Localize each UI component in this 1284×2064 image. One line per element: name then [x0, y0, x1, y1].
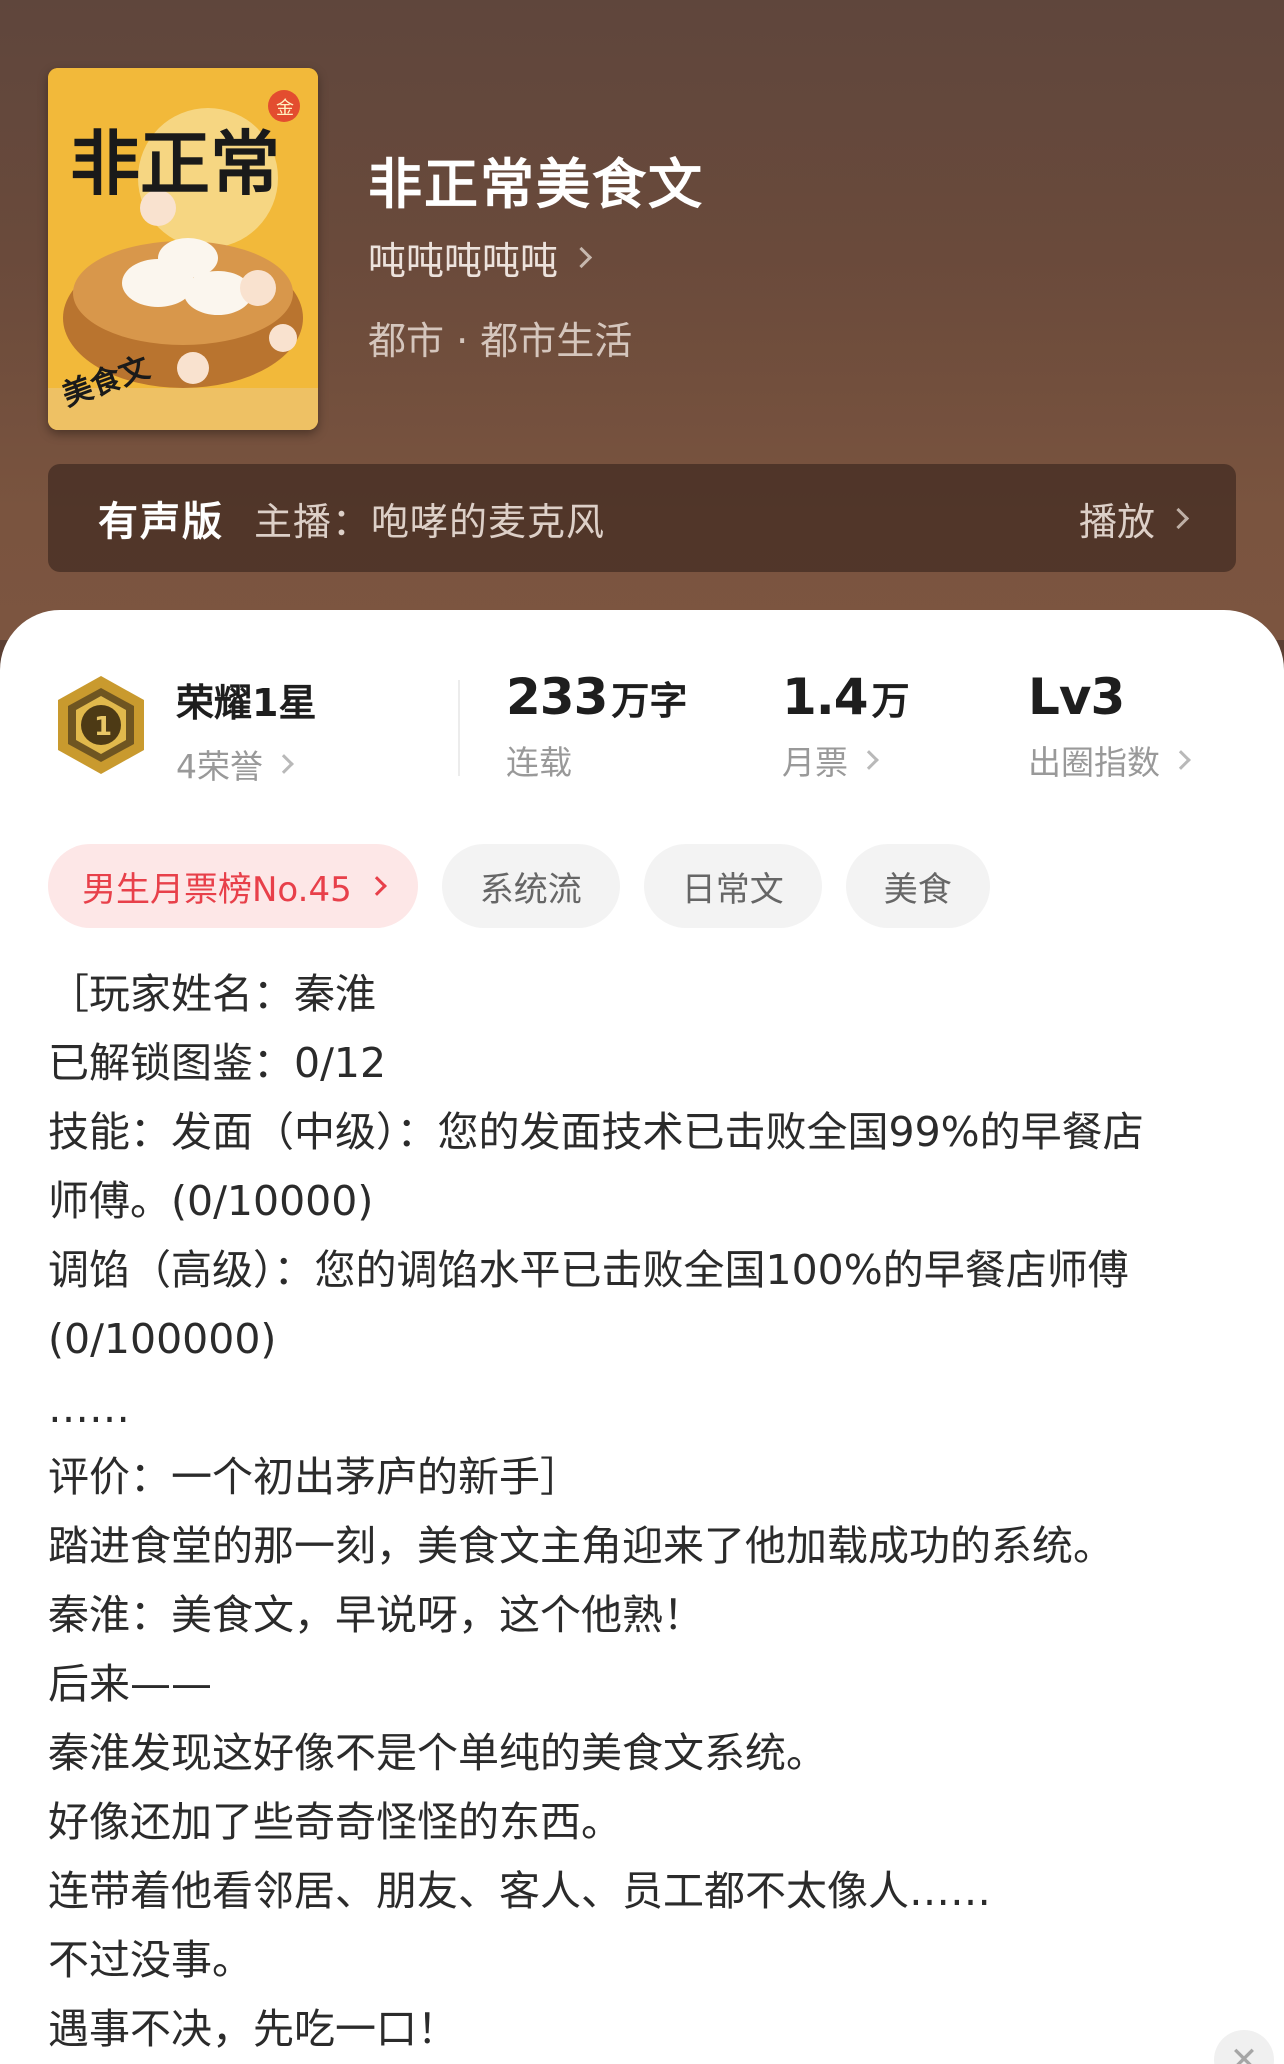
synopsis-line: (0/100000)	[48, 1315, 277, 1363]
synopsis-line: 不过没事。	[48, 1936, 253, 1984]
genre-tag[interactable]: 系统流	[441, 844, 620, 928]
stats-divider	[458, 680, 460, 776]
synopsis-line: 已解锁图鉴：0/12	[48, 1039, 387, 1087]
synopsis-line: 师傅。(0/10000)	[48, 1177, 374, 1225]
book-detail-card: 1 荣耀1星 4荣誉 233 万字 连载 1.4 万 月票 Lv3 出圈指数 男生月…	[0, 610, 1284, 2064]
monthly-ticket-unit: 万	[871, 679, 910, 723]
rank-tag-label: 男生月票榜No.45	[82, 869, 352, 910]
chevron-right-icon	[1167, 507, 1190, 529]
author-link[interactable]: 吨吨吨吨吨	[368, 230, 593, 284]
synopsis-line: 秦淮：美食文，早说呀，这个他熟！	[48, 1591, 704, 1639]
influence-stat[interactable]: Lv3 出圈指数	[1028, 668, 1191, 784]
honor-count: 4荣誉	[176, 747, 263, 786]
tag-row: 男生月票榜No.45 系统流 日常文 美食	[48, 844, 1014, 928]
synopsis-line: 技能：发面（中级）：您的发面技术已击败全国99%的早餐店	[48, 1108, 1144, 1156]
chevron-right-icon	[1171, 750, 1191, 770]
synopsis-line: ［玩家姓名：秦淮	[48, 970, 376, 1018]
audio-play-label: 播放	[1078, 499, 1155, 544]
monthly-ticket-label: 月票	[782, 743, 848, 782]
cover-title-text: 非正常	[70, 122, 280, 205]
book-header: 非正常 美食文 金 非正常美食文 吨吨吨吨吨 都市 · 都市生活 有声版 主播：…	[0, 0, 1284, 640]
cover-illustration: 非正常 美食文 金	[48, 68, 318, 430]
monthly-ticket-stat[interactable]: 1.4 万 月票	[782, 668, 910, 784]
chevron-right-icon	[859, 750, 879, 770]
synopsis-line: 评价：一个初出茅庐的新手］	[48, 1453, 581, 1501]
honor-title: 荣耀1星	[176, 681, 317, 725]
book-category: 都市 · 都市生活	[368, 319, 633, 363]
synopsis-line: ……	[48, 1384, 130, 1432]
chevron-right-icon	[366, 876, 387, 896]
rank-tag[interactable]: 男生月票榜No.45	[48, 844, 418, 928]
word-count-unit: 万字	[611, 679, 688, 723]
audio-play-button[interactable]: 播放	[1078, 491, 1190, 546]
honor-count-link[interactable]: 4荣誉	[176, 740, 294, 788]
audio-tag: 有声版	[98, 499, 224, 545]
chevron-right-icon	[570, 246, 593, 268]
synopsis-line: 遇事不决，先吃一口！	[48, 2005, 458, 2053]
chevron-right-icon	[274, 754, 294, 774]
book-synopsis[interactable]: ［玩家姓名：秦淮 已解锁图鉴：0/12 技能：发面（中级）：您的发面技术已击败全…	[48, 960, 1248, 2064]
author-name: 吨吨吨吨吨	[368, 238, 559, 283]
synopsis-line: 后来——	[48, 1660, 212, 1708]
synopsis-line: 连带着他看邻居、朋友、客人、员工都不太像人……	[48, 1867, 991, 1915]
synopsis-line: 秦淮发现这好像不是个单纯的美食文系统。	[48, 1729, 827, 1777]
word-count-stat: 233 万字 连载	[506, 668, 687, 784]
genre-tag[interactable]: 美食	[845, 844, 990, 928]
book-title: 非正常美食文	[368, 153, 704, 216]
synopsis-line: 踏进食堂的那一刻，美食文主角迎来了他加载成功的系统。	[48, 1522, 1114, 1570]
genre-tag[interactable]: 日常文	[643, 844, 822, 928]
synopsis-line: 好像还加了些奇奇怪怪的东西。	[48, 1798, 622, 1846]
honor-level-text: 1	[94, 712, 112, 742]
synopsis-line: 调馅（高级）：您的调馅水平已击败全国100%的早餐店师傅	[48, 1246, 1129, 1294]
audio-anchor: 主播：咆哮的麦克风	[254, 499, 606, 544]
monthly-ticket-value: 1.4	[782, 668, 869, 726]
serial-status: 连载	[506, 743, 572, 782]
audio-version-bar[interactable]: 有声版 主播：咆哮的麦克风 播放	[48, 464, 1236, 572]
influence-label: 出圈指数	[1028, 743, 1160, 782]
influence-value: Lv3	[1028, 668, 1125, 726]
word-count-value: 233	[506, 668, 608, 726]
honor-badge-icon[interactable]: 1	[48, 672, 154, 778]
cover-badge-text: 金	[276, 98, 294, 119]
book-cover[interactable]: 非正常 美食文 金	[48, 68, 318, 430]
